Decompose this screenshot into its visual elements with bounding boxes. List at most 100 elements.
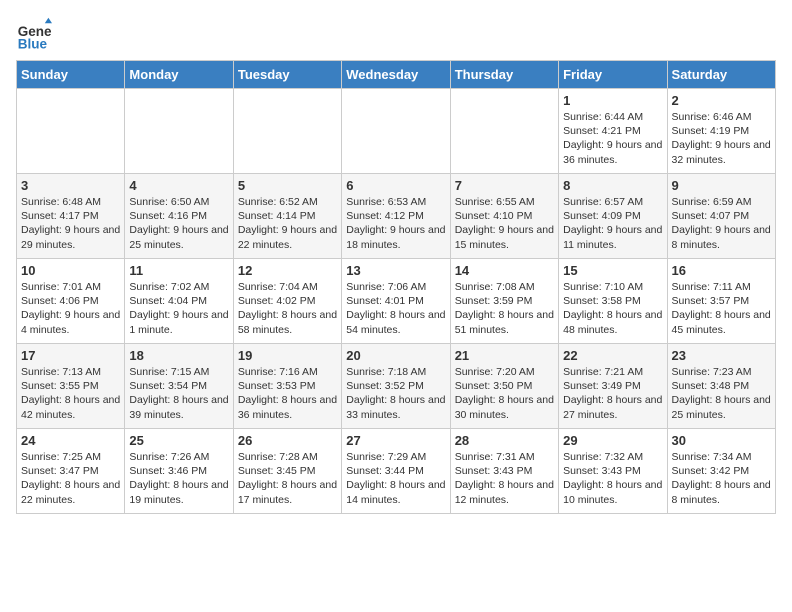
day-info: Sunrise: 7:29 AM Sunset: 3:44 PM Dayligh… [346,450,445,507]
calendar-cell: 23 Sunrise: 7:23 AM Sunset: 3:48 PM Dayli… [667,344,775,429]
day-number: 8 [563,178,662,193]
calendar-cell: 20 Sunrise: 7:18 AM Sunset: 3:52 PM Dayli… [342,344,450,429]
day-number: 28 [455,433,554,448]
week-row-1: 1 Sunrise: 6:44 AM Sunset: 4:21 PM Daylig… [17,89,776,174]
day-info: Sunrise: 6:46 AM Sunset: 4:19 PM Dayligh… [672,110,771,167]
day-info: Sunrise: 7:28 AM Sunset: 3:45 PM Dayligh… [238,450,337,507]
day-number: 29 [563,433,662,448]
day-number: 26 [238,433,337,448]
weekday-header-saturday: Saturday [667,61,775,89]
day-info: Sunrise: 7:06 AM Sunset: 4:01 PM Dayligh… [346,280,445,337]
calendar-table: SundayMondayTuesdayWednesdayThursdayFrid… [16,60,776,514]
weekday-header-monday: Monday [125,61,233,89]
calendar-cell: 15 Sunrise: 7:10 AM Sunset: 3:58 PM Dayli… [559,259,667,344]
day-info: Sunrise: 7:25 AM Sunset: 3:47 PM Dayligh… [21,450,120,507]
day-info: Sunrise: 7:16 AM Sunset: 3:53 PM Dayligh… [238,365,337,422]
week-row-3: 10 Sunrise: 7:01 AM Sunset: 4:06 PM Dayli… [17,259,776,344]
day-info: Sunrise: 7:11 AM Sunset: 3:57 PM Dayligh… [672,280,771,337]
day-number: 18 [129,348,228,363]
calendar-cell [17,89,125,174]
svg-text:Blue: Blue [18,36,48,51]
day-number: 22 [563,348,662,363]
day-info: Sunrise: 7:21 AM Sunset: 3:49 PM Dayligh… [563,365,662,422]
day-number: 7 [455,178,554,193]
day-info: Sunrise: 7:04 AM Sunset: 4:02 PM Dayligh… [238,280,337,337]
calendar-cell [342,89,450,174]
day-info: Sunrise: 7:13 AM Sunset: 3:55 PM Dayligh… [21,365,120,422]
day-info: Sunrise: 7:18 AM Sunset: 3:52 PM Dayligh… [346,365,445,422]
day-info: Sunrise: 7:26 AM Sunset: 3:46 PM Dayligh… [129,450,228,507]
calendar-cell: 30Sunrise: 7:34 AM Sunset: 3:42 PM Dayli… [667,429,775,514]
calendar-cell: 21 Sunrise: 7:20 AM Sunset: 3:50 PM Dayli… [450,344,558,429]
logo: General Blue [16,16,52,52]
day-number: 12 [238,263,337,278]
calendar-cell: 14 Sunrise: 7:08 AM Sunset: 3:59 PM Dayli… [450,259,558,344]
calendar-cell: 24 Sunrise: 7:25 AM Sunset: 3:47 PM Dayli… [17,429,125,514]
day-info: Sunrise: 7:10 AM Sunset: 3:58 PM Dayligh… [563,280,662,337]
calendar-cell: 12 Sunrise: 7:04 AM Sunset: 4:02 PM Dayli… [233,259,341,344]
day-info: Sunrise: 7:34 AM Sunset: 3:42 PM Dayligh… [672,450,771,507]
calendar-cell: 6Sunrise: 6:53 AM Sunset: 4:12 PM Daylig… [342,174,450,259]
calendar-cell: 3Sunrise: 6:48 AM Sunset: 4:17 PM Daylig… [17,174,125,259]
day-info: Sunrise: 6:50 AM Sunset: 4:16 PM Dayligh… [129,195,228,252]
day-number: 1 [563,93,662,108]
calendar-cell: 5Sunrise: 6:52 AM Sunset: 4:14 PM Daylig… [233,174,341,259]
day-number: 6 [346,178,445,193]
calendar-cell: 17 Sunrise: 7:13 AM Sunset: 3:55 PM Dayli… [17,344,125,429]
calendar-cell [233,89,341,174]
calendar-cell: 10 Sunrise: 7:01 AM Sunset: 4:06 PM Dayli… [17,259,125,344]
day-info: Sunrise: 6:55 AM Sunset: 4:10 PM Dayligh… [455,195,554,252]
day-info: Sunrise: 7:01 AM Sunset: 4:06 PM Dayligh… [21,280,120,337]
calendar-cell: 13 Sunrise: 7:06 AM Sunset: 4:01 PM Dayli… [342,259,450,344]
week-row-5: 24 Sunrise: 7:25 AM Sunset: 3:47 PM Dayli… [17,429,776,514]
day-info: Sunrise: 7:20 AM Sunset: 3:50 PM Dayligh… [455,365,554,422]
day-info: Sunrise: 6:59 AM Sunset: 4:07 PM Dayligh… [672,195,771,252]
day-info: Sunrise: 6:57 AM Sunset: 4:09 PM Dayligh… [563,195,662,252]
calendar-cell: 9Sunrise: 6:59 AM Sunset: 4:07 PM Daylig… [667,174,775,259]
day-info: Sunrise: 6:48 AM Sunset: 4:17 PM Dayligh… [21,195,120,252]
calendar-cell: 29 Sunrise: 7:32 AM Sunset: 3:43 PM Dayli… [559,429,667,514]
day-info: Sunrise: 6:44 AM Sunset: 4:21 PM Dayligh… [563,110,662,167]
day-number: 14 [455,263,554,278]
weekday-header-thursday: Thursday [450,61,558,89]
day-number: 23 [672,348,771,363]
calendar-cell: 28Sunrise: 7:31 AM Sunset: 3:43 PM Dayli… [450,429,558,514]
week-row-2: 3Sunrise: 6:48 AM Sunset: 4:17 PM Daylig… [17,174,776,259]
calendar-cell: 27 Sunrise: 7:29 AM Sunset: 3:44 PM Dayli… [342,429,450,514]
day-number: 20 [346,348,445,363]
day-number: 25 [129,433,228,448]
day-number: 10 [21,263,120,278]
day-number: 19 [238,348,337,363]
day-info: Sunrise: 7:15 AM Sunset: 3:54 PM Dayligh… [129,365,228,422]
calendar-cell: 19 Sunrise: 7:16 AM Sunset: 3:53 PM Dayli… [233,344,341,429]
calendar-cell: 26 Sunrise: 7:28 AM Sunset: 3:45 PM Dayli… [233,429,341,514]
day-number: 15 [563,263,662,278]
calendar-body: 1 Sunrise: 6:44 AM Sunset: 4:21 PM Daylig… [17,89,776,514]
calendar-cell: 1 Sunrise: 6:44 AM Sunset: 4:21 PM Daylig… [559,89,667,174]
day-info: Sunrise: 7:08 AM Sunset: 3:59 PM Dayligh… [455,280,554,337]
calendar-cell [450,89,558,174]
day-info: Sunrise: 7:32 AM Sunset: 3:43 PM Dayligh… [563,450,662,507]
calendar-cell: 22 Sunrise: 7:21 AM Sunset: 3:49 PM Dayli… [559,344,667,429]
weekday-header-friday: Friday [559,61,667,89]
calendar-cell: 2 Sunrise: 6:46 AM Sunset: 4:19 PM Daylig… [667,89,775,174]
calendar-cell: 8 Sunrise: 6:57 AM Sunset: 4:09 PM Daylig… [559,174,667,259]
day-number: 16 [672,263,771,278]
day-number: 13 [346,263,445,278]
calendar-cell: 18 Sunrise: 7:15 AM Sunset: 3:54 PM Dayli… [125,344,233,429]
header: General Blue [16,16,776,52]
day-number: 2 [672,93,771,108]
day-number: 24 [21,433,120,448]
calendar-cell: 7 Sunrise: 6:55 AM Sunset: 4:10 PM Daylig… [450,174,558,259]
calendar-cell: 25 Sunrise: 7:26 AM Sunset: 3:46 PM Dayli… [125,429,233,514]
day-number: 17 [21,348,120,363]
day-number: 4 [129,178,228,193]
day-info: Sunrise: 7:23 AM Sunset: 3:48 PM Dayligh… [672,365,771,422]
calendar-cell: 16 Sunrise: 7:11 AM Sunset: 3:57 PM Dayli… [667,259,775,344]
day-info: Sunrise: 7:02 AM Sunset: 4:04 PM Dayligh… [129,280,228,337]
day-info: Sunrise: 6:52 AM Sunset: 4:14 PM Dayligh… [238,195,337,252]
day-number: 27 [346,433,445,448]
calendar-cell [125,89,233,174]
day-number: 21 [455,348,554,363]
calendar-cell: 11Sunrise: 7:02 AM Sunset: 4:04 PM Dayli… [125,259,233,344]
